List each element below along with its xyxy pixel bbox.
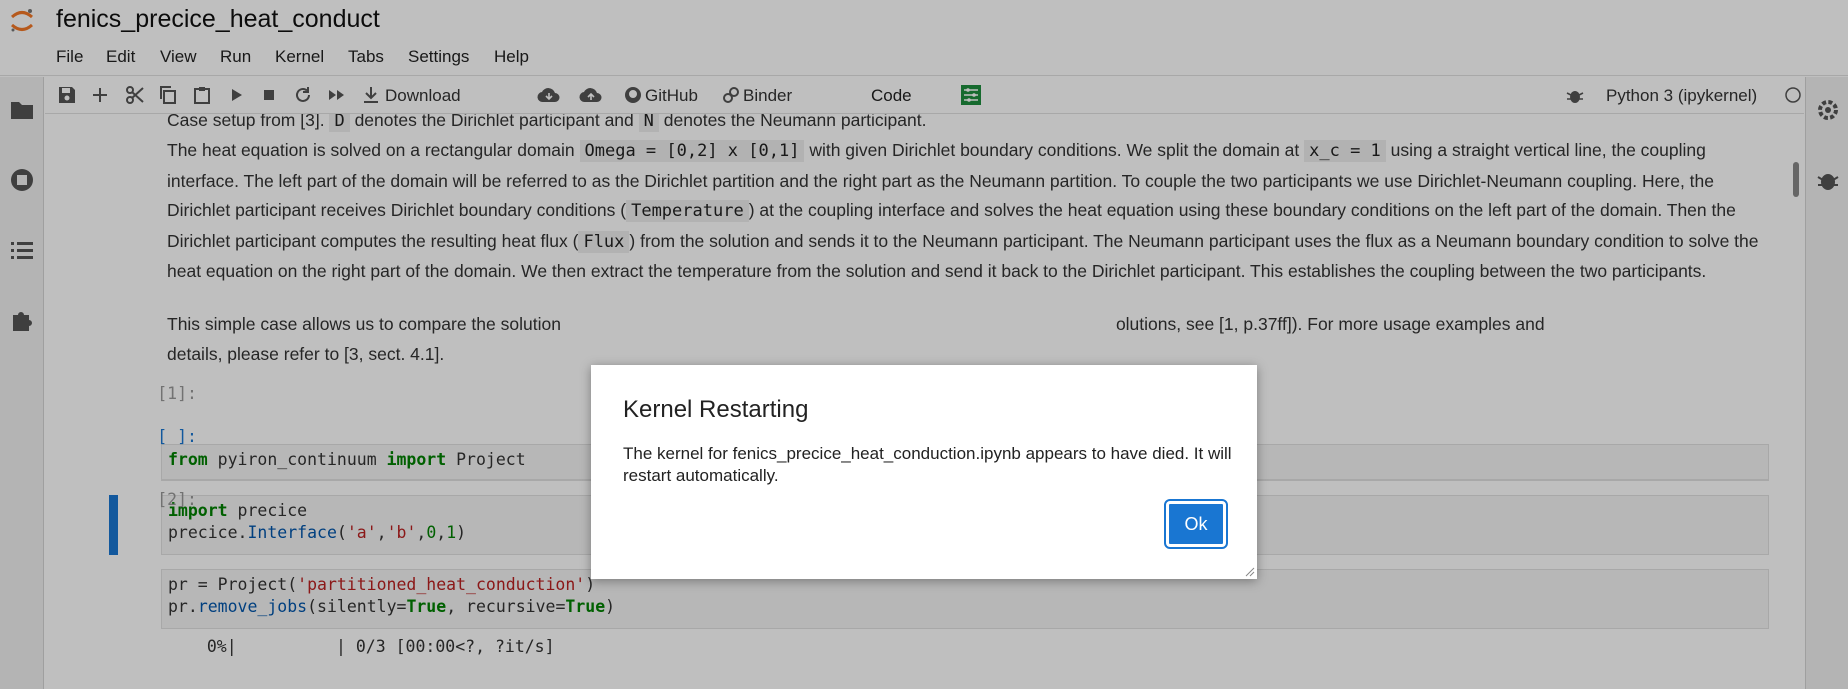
dialog-message: The kernel for fenics_precice_heat_condu… xyxy=(623,444,1232,485)
dialog-title: Kernel Restarting xyxy=(623,396,809,423)
resize-grip-icon[interactable] xyxy=(1243,565,1255,577)
ok-button[interactable]: Ok xyxy=(1164,499,1228,549)
modal-overlay xyxy=(0,0,1848,689)
kernel-restarting-dialog: Kernel Restarting The kernel for fenics_… xyxy=(591,365,1257,579)
